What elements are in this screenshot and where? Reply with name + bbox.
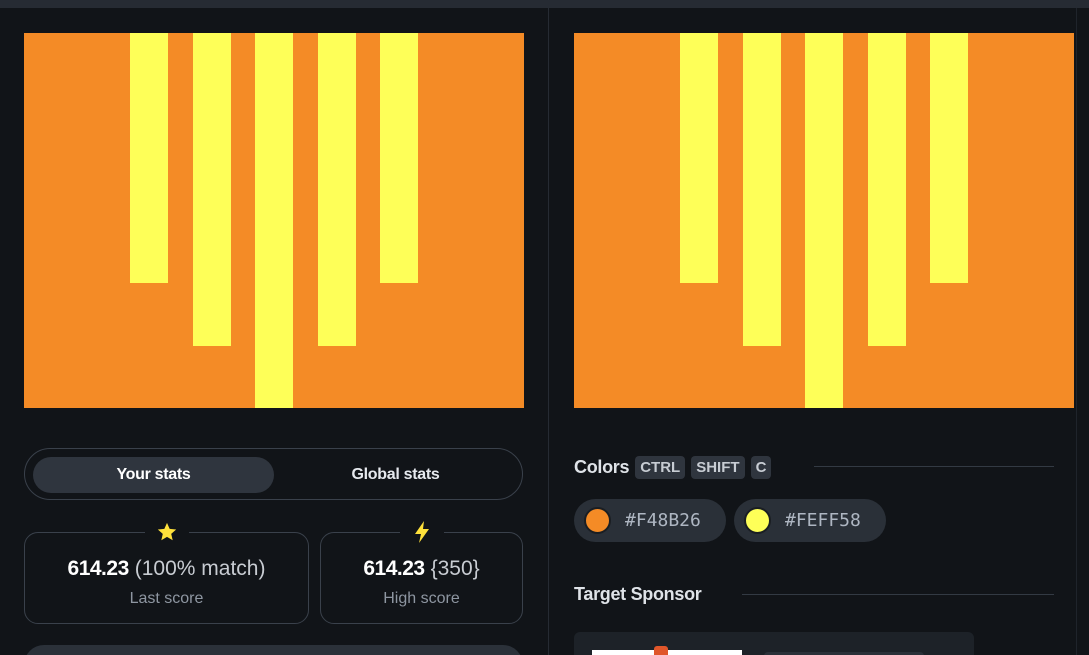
color-swatch-yellow[interactable]: #FEFF58: [734, 499, 886, 542]
last-score-match: (100% match): [134, 557, 266, 580]
high-score-value: 614.23: [363, 557, 425, 580]
sponsor-logo-mark: [654, 646, 668, 655]
target-canvas: [574, 33, 1074, 408]
high-score-detail: {350}: [430, 557, 480, 580]
target-bar-3: [805, 33, 843, 408]
color-hex: #F48B26: [625, 510, 701, 531]
scrollbar[interactable]: [1076, 8, 1089, 655]
sponsor-card[interactable]: [574, 632, 974, 655]
output-bar-1: [130, 33, 168, 283]
last-score-card: 614.23 (100% match) Last score: [24, 517, 309, 624]
shortcut-key-ctrl: CTRL: [635, 455, 686, 479]
colors-title: Colors: [574, 456, 630, 477]
sponsor-divider: [742, 594, 1054, 595]
global-stats-tab[interactable]: Global stats: [275, 457, 516, 493]
colors-divider: [814, 466, 1054, 467]
color-dot: [584, 507, 611, 534]
output-bar-3: [255, 33, 293, 408]
color-hex: #FEFF58: [785, 510, 861, 531]
output-bar-5: [380, 33, 418, 283]
target-bar-2: [743, 33, 781, 346]
shortcut-key-c: C: [750, 455, 772, 479]
bolt-icon: [399, 517, 444, 547]
target-bar-5: [930, 33, 968, 283]
last-score-value-row: 614.23 (100% match): [25, 557, 308, 581]
sponsor-logo: [592, 646, 742, 655]
high-score-label: High score: [383, 590, 460, 607]
color-dot: [744, 507, 771, 534]
last-score-label: Last score: [129, 590, 204, 607]
top-bar: [0, 0, 1089, 8]
stats-toggle: Your stats Global stats: [24, 448, 523, 500]
shortcut-key-shift: SHIFT: [691, 455, 745, 479]
column-divider: [548, 8, 549, 655]
target-bar-4: [868, 33, 906, 346]
output-bar-4: [318, 33, 356, 346]
color-swatch-orange[interactable]: #F48B26: [574, 499, 726, 542]
sponsor-title: Target Sponsor: [574, 584, 702, 604]
high-score-card: 614.23 {350} High score: [320, 517, 523, 624]
high-score-value-row: 614.23 {350}: [321, 557, 522, 581]
output-canvas: [24, 33, 524, 408]
your-stats-tab[interactable]: Your stats: [33, 457, 274, 493]
output-bar-2: [193, 33, 231, 346]
star-icon: [144, 517, 189, 547]
last-score-value: 614.23: [67, 557, 130, 580]
target-bar-1: [680, 33, 718, 283]
submit-button[interactable]: [24, 645, 523, 655]
colors-header: Colors CTRL SHIFT C: [574, 455, 772, 479]
